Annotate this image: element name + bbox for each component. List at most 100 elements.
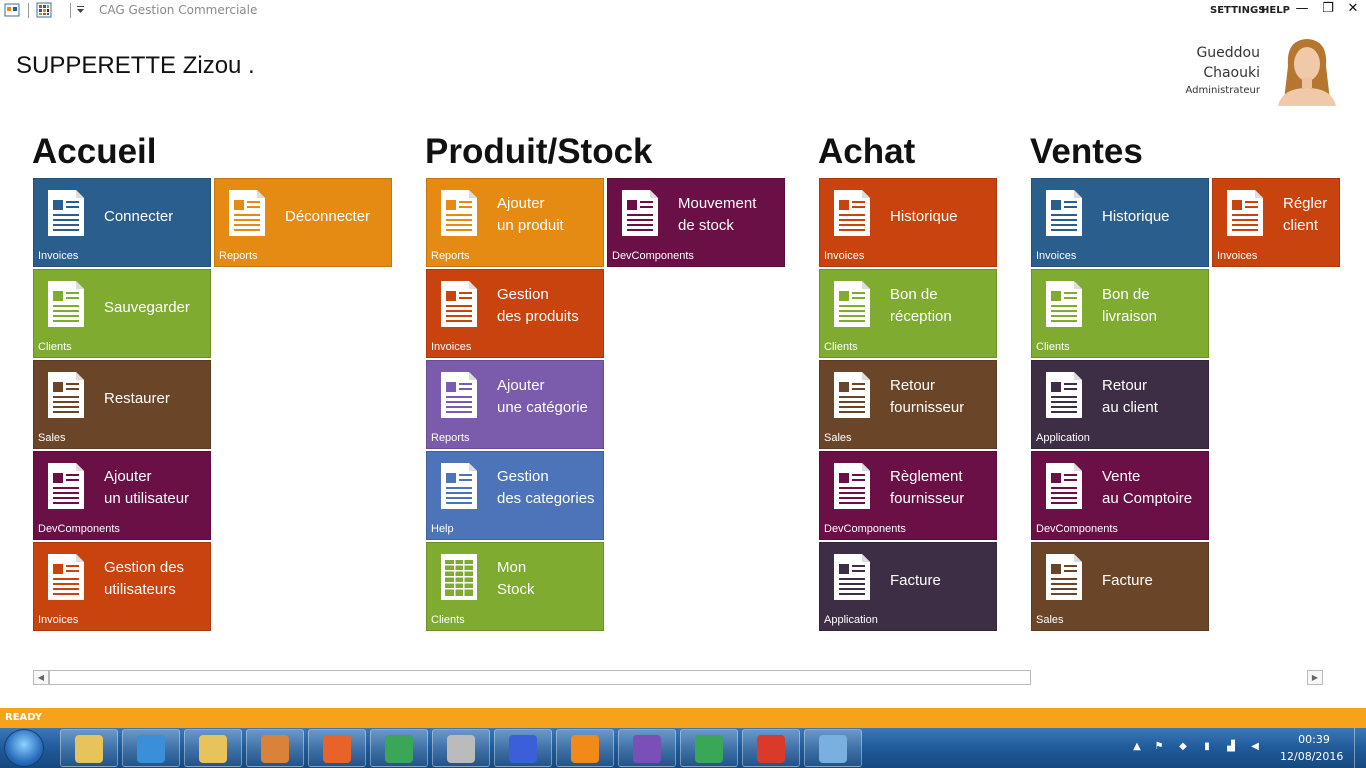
tile-label: Historique: [1102, 208, 1170, 225]
tile-category: Invoices: [431, 341, 472, 353]
taskbar-media-player-button[interactable]: [246, 729, 304, 767]
tile-reglement-fournisseur[interactable]: Règlement fournisseur DevComponents: [819, 451, 997, 540]
tile-category: Application: [1036, 432, 1090, 444]
scroll-left-button[interactable]: ◀: [33, 670, 49, 685]
taskbar-firefox-button[interactable]: [308, 729, 366, 767]
tile-label: Historique: [890, 208, 958, 225]
user-role: Administrateur: [1185, 85, 1260, 96]
firefox-icon: [323, 735, 351, 763]
file-manager-icon: [199, 735, 227, 763]
user-last-name: Chaouki: [1203, 65, 1260, 81]
tile-ajouter-categorie[interactable]: Ajouter une catégorie Reports: [426, 360, 604, 449]
restore-button[interactable]: ❐: [1318, 0, 1338, 18]
tile-ventes-facture[interactable]: Facture Sales: [1031, 542, 1209, 631]
visual-studio-icon: [633, 735, 661, 763]
scroll-thumb[interactable]: [49, 670, 1031, 685]
tile-category: DevComponents: [1036, 523, 1118, 535]
store-name: SUPPERETTE Zizou .: [16, 52, 255, 79]
tile-category: DevComponents: [612, 250, 694, 262]
paint-icon: [819, 735, 847, 763]
quick-access-dropdown-icon[interactable]: [73, 2, 89, 18]
taskbar-ie-button[interactable]: [122, 729, 180, 767]
tile-category: Sales: [1036, 614, 1064, 626]
tile-category: Reports: [219, 250, 258, 262]
tile-bon-livraison[interactable]: Bon de livraison Clients: [1031, 269, 1209, 358]
taskbar-vlc-button[interactable]: [556, 729, 614, 767]
document-icon: [834, 372, 870, 418]
tile-ajouter-produit[interactable]: Ajouter un produit Reports: [426, 178, 604, 267]
network-icon[interactable]: ▟: [1224, 740, 1238, 754]
document-icon: [834, 554, 870, 600]
tile-label: Sauvegarder: [104, 299, 190, 316]
taskbar-app-window-button[interactable]: [742, 729, 800, 767]
flag-icon[interactable]: ⚑: [1152, 740, 1166, 754]
tile-sauvegarder[interactable]: Sauvegarder Clients: [33, 269, 211, 358]
tile-achat-historique[interactable]: Historique Invoices: [819, 178, 997, 267]
taskbar-printer-button[interactable]: [432, 729, 490, 767]
horizontal-scrollbar[interactable]: ◀ ▶: [33, 670, 1323, 685]
tile-label: Vente au Comptoire: [1102, 468, 1193, 507]
taskbar-chrome-button[interactable]: [370, 729, 428, 767]
tile-gestion-utilisateurs[interactable]: Gestion des utilisateurs Invoices: [33, 542, 211, 631]
chrome-icon: [385, 735, 413, 763]
user-avatar[interactable]: [1274, 36, 1340, 106]
group-title-accueil: Accueil: [32, 132, 157, 171]
tile-category: Invoices: [38, 250, 79, 262]
star-app-icon: [509, 735, 537, 763]
app-window-icon: [757, 735, 785, 763]
tile-achat-facture[interactable]: Facture Application: [819, 542, 997, 631]
clock-date[interactable]: 12/08/2016: [1280, 750, 1343, 763]
taskbar-file-manager-button[interactable]: [184, 729, 242, 767]
clock-time[interactable]: 00:39: [1296, 733, 1332, 746]
power-icon[interactable]: ▮: [1200, 740, 1214, 754]
tile-category: Application: [824, 614, 878, 626]
app-icon[interactable]: [4, 2, 20, 18]
tile-ajouter-utilisateur[interactable]: Ajouter un utilisateur DevComponents: [33, 451, 211, 540]
tile-category: Sales: [38, 432, 66, 444]
tile-deconnecter[interactable]: Déconnecter Reports: [214, 178, 392, 267]
tile-regler-client[interactable]: Régler client Invoices: [1212, 178, 1340, 267]
tile-mon-stock[interactable]: Mon Stock Clients: [426, 542, 604, 631]
taskbar-explorer-button[interactable]: [60, 729, 118, 767]
title-bar: CAG Gestion Commerciale SETTINGS HELP — …: [0, 0, 1366, 22]
grid-icon[interactable]: [36, 2, 52, 18]
tile-category: Clients: [431, 614, 465, 626]
document-icon: [229, 190, 265, 236]
dropbox-icon[interactable]: ◆: [1176, 740, 1190, 754]
show-hidden-icons-icon[interactable]: ▲: [1130, 740, 1144, 754]
tile-vente-comptoire[interactable]: Vente au Comptoire DevComponents: [1031, 451, 1209, 540]
tile-retour-client[interactable]: Retour au client Application: [1031, 360, 1209, 449]
show-desktop-button[interactable]: [1354, 728, 1366, 768]
tile-label: Connecter: [104, 208, 174, 225]
volume-icon[interactable]: ◀: [1248, 740, 1262, 754]
document-icon: [622, 190, 658, 236]
tile-connecter[interactable]: Connecter Invoices: [33, 178, 211, 267]
tile-ventes-historique[interactable]: Historique Invoices: [1031, 178, 1209, 267]
tile-mouvement-stock[interactable]: Mouvement de stock DevComponents: [607, 178, 785, 267]
tile-label: Facture: [1102, 572, 1153, 589]
taskbar-paint-button[interactable]: [804, 729, 862, 767]
tile-retour-fournisseur[interactable]: Retour fournisseur Sales: [819, 360, 997, 449]
help-link[interactable]: HELP: [1261, 5, 1290, 16]
taskbar-google-drive-button[interactable]: [680, 729, 738, 767]
start-button[interactable]: [4, 729, 44, 767]
taskbar-visual-studio-button[interactable]: [618, 729, 676, 767]
media-player-icon: [261, 735, 289, 763]
tile-restaurer[interactable]: Restaurer Sales: [33, 360, 211, 449]
taskbar-star-app-button[interactable]: [494, 729, 552, 767]
tile-bon-reception[interactable]: Bon de réception Clients: [819, 269, 997, 358]
tile-label: Gestion des categories: [497, 468, 595, 507]
settings-link[interactable]: SETTINGS: [1210, 5, 1265, 16]
scroll-right-button[interactable]: ▶: [1307, 670, 1323, 685]
document-icon: [834, 281, 870, 327]
tile-label: Règlement fournisseur: [890, 468, 965, 507]
ie-icon: [137, 735, 165, 763]
tile-gestion-categories[interactable]: Gestion des categories Help: [426, 451, 604, 540]
tile-gestion-produits[interactable]: Gestion des produits Invoices: [426, 269, 604, 358]
minimize-button[interactable]: —: [1292, 0, 1312, 18]
document-icon: [1046, 372, 1082, 418]
tile-label: Ajouter un produit: [497, 195, 564, 234]
document-icon: [441, 372, 477, 418]
close-button[interactable]: ✕: [1343, 0, 1363, 18]
document-icon: [48, 554, 84, 600]
